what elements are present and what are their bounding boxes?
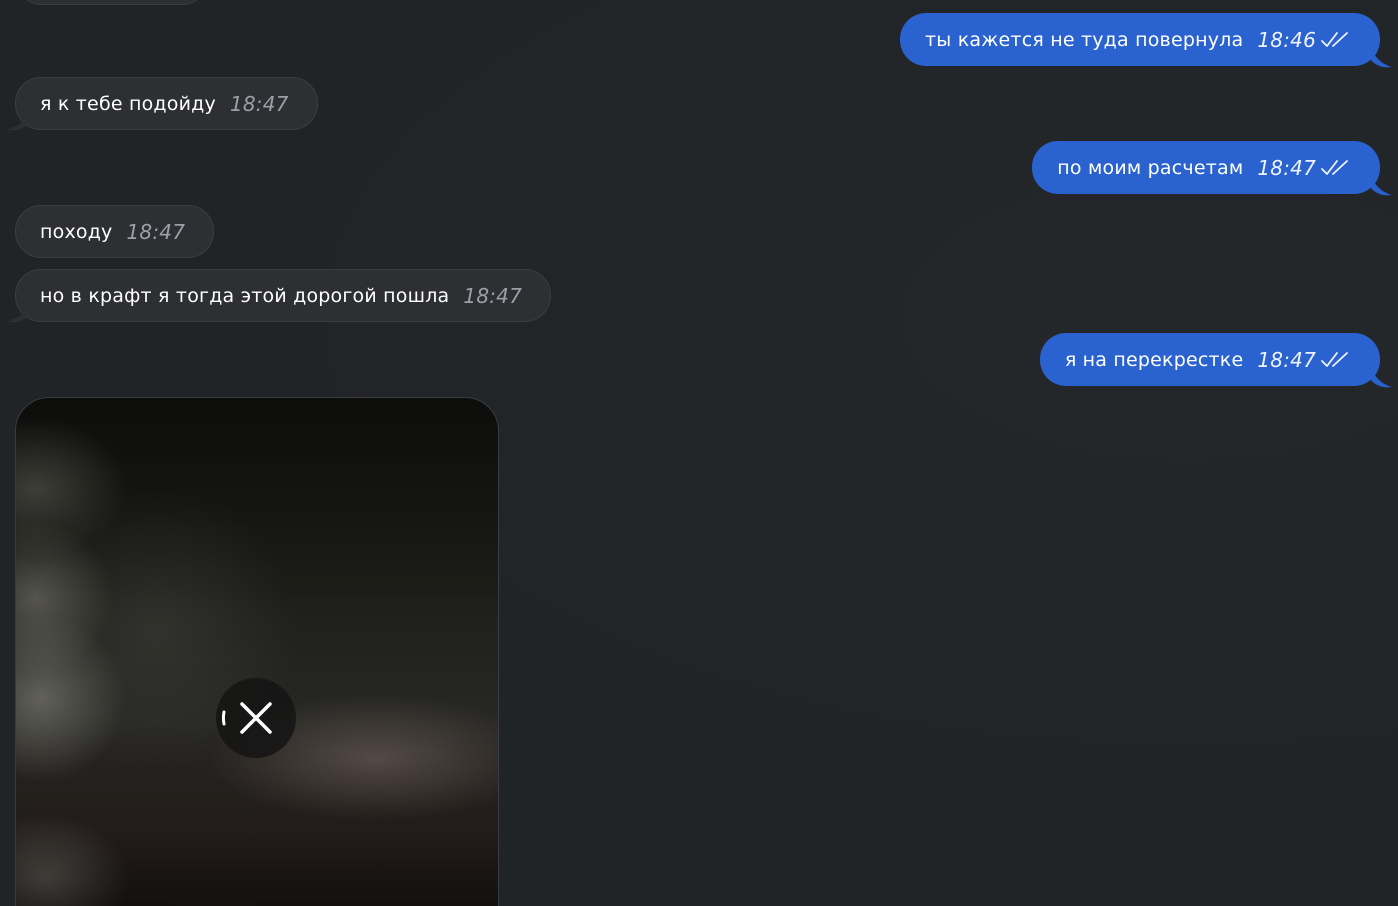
bubble-tail	[1370, 173, 1392, 196]
message-time: 18:47	[463, 283, 523, 308]
bubble-tail	[1370, 45, 1392, 68]
message-text: ты кажется не туда повернула	[925, 28, 1244, 51]
message-bubble-outgoing[interactable]: я на перекрестке 18:47	[1039, 333, 1380, 386]
message-text: я к тебе подойду	[40, 92, 216, 115]
message-time: 18:47	[1257, 155, 1316, 180]
chat-area: ты кажется не туда повернула 18:46 я к т…	[0, 0, 1398, 906]
message-time: 18:46	[1257, 27, 1316, 52]
cancel-download-button[interactable]	[216, 678, 296, 758]
message-bubble-outgoing[interactable]: ты кажется не туда повернула 18:46	[900, 13, 1380, 66]
message-text: по моим расчетам	[1057, 156, 1244, 179]
message-bubble-outgoing[interactable]: по моим расчетам 18:47	[1032, 141, 1380, 194]
double-check-icon	[1321, 351, 1348, 367]
double-check-icon	[1321, 31, 1348, 47]
message-time: 18:47	[126, 219, 186, 244]
double-check-icon	[1321, 159, 1348, 175]
message-time: 18:47	[1257, 347, 1316, 372]
partial-incoming-bubble	[16, 0, 208, 5]
message-bubble-incoming[interactable]: но в крафт я тогда этой дорогой пошла 18…	[15, 269, 552, 322]
bubble-tail	[1370, 365, 1392, 388]
message-bubble-incoming[interactable]: походу 18:47	[15, 205, 215, 258]
bubble-tail	[5, 300, 31, 323]
message-bubble-incoming[interactable]: я к тебе подойду 18:47	[15, 77, 318, 130]
message-text: но в крафт я тогда этой дорогой пошла	[40, 284, 450, 307]
media-message-preview[interactable]	[15, 397, 499, 906]
blurred-video-thumbnail	[16, 398, 498, 906]
message-time: 18:47	[229, 91, 289, 116]
message-text: походу	[40, 220, 113, 243]
message-text: я на перекрестке	[1064, 348, 1244, 371]
bubble-tail	[5, 108, 31, 131]
close-icon	[221, 702, 272, 734]
